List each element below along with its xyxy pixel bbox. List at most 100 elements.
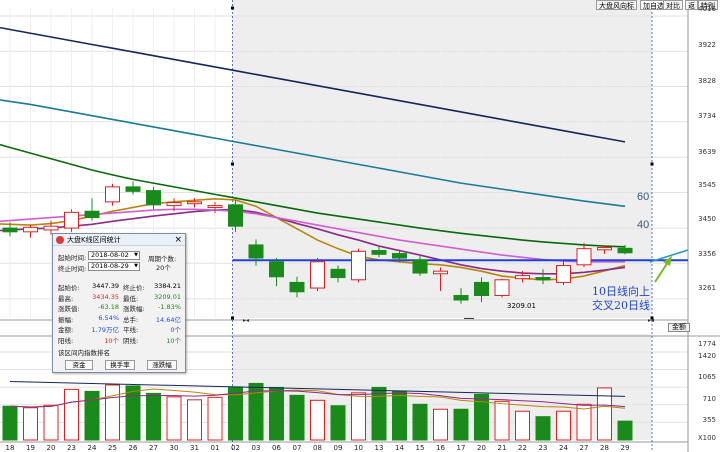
volume-bar <box>412 403 428 441</box>
stat-label: 涨跌幅: <box>123 305 145 313</box>
volume-bar <box>453 408 469 441</box>
candle-body <box>125 186 141 192</box>
candle-body <box>2 227 18 233</box>
vol-y-tick: 355 <box>702 416 716 424</box>
x-tick: 07 <box>292 444 302 452</box>
y-tick: 3922 <box>698 41 716 49</box>
volume-bar <box>371 386 387 441</box>
candle-body <box>392 253 407 259</box>
stat-label: 最高: <box>58 294 74 303</box>
y-tick: 3450 <box>698 215 716 223</box>
end-date-value: 2018-08-29 <box>91 262 129 270</box>
x-tick: 25 <box>108 444 117 452</box>
scroll-marker-icon: ▸◂ <box>648 317 654 324</box>
candle-body <box>64 211 79 229</box>
candle-body <box>330 268 346 279</box>
kline-stage: ▸◂ ▸◂ 大盘风向标 加自选 对比 返 特别 4016 3922 3828 37… <box>0 0 720 452</box>
candle-body <box>412 259 428 274</box>
stat-value: 14.64亿 <box>155 315 181 324</box>
candle-body <box>556 265 571 283</box>
candle-body <box>310 261 325 289</box>
volume-bar <box>556 410 571 441</box>
candle-body <box>515 275 530 280</box>
kline-chart[interactable]: ▸◂ ▸◂ <box>0 0 720 452</box>
stat-value: -63.18 <box>98 303 119 311</box>
candle-body <box>269 261 284 278</box>
end-date-select[interactable]: 2018-08-29 ▼ <box>88 262 140 271</box>
y-tick: 3734 <box>698 112 716 120</box>
x-tick: 03 <box>251 444 261 452</box>
candle-body <box>289 281 305 293</box>
x-tick: 16 <box>436 444 445 452</box>
compare-button[interactable]: 对比 <box>663 0 683 10</box>
low-price-label: 3209.01 <box>507 302 536 310</box>
vol-unit-tag: X100 <box>697 434 716 442</box>
stat-label: 金额: <box>58 326 74 334</box>
turnover-button[interactable]: 换手率 <box>105 360 135 370</box>
x-tick: 27 <box>149 444 158 452</box>
scroll-marker-icon: ▸◂ <box>243 317 249 324</box>
candle-body <box>433 270 448 275</box>
amount-tab[interactable]: 金额 <box>668 323 690 332</box>
stat-label: 阳线: <box>58 336 74 345</box>
funds-button[interactable]: 资金 <box>65 360 93 370</box>
vol-y-tick: 1774 <box>698 340 716 348</box>
start-time-label: 起始时间: <box>58 254 87 262</box>
candle-body <box>166 202 182 207</box>
candle-body <box>146 190 161 206</box>
x-tick: 23 <box>538 444 548 452</box>
stat-label: 平线: <box>123 326 139 334</box>
x-tick: 22 <box>518 444 527 452</box>
volume-bar <box>207 396 223 441</box>
stat-label: 最低: <box>123 294 139 303</box>
vol-y-tick: 1420 <box>698 352 716 360</box>
annotation-line2: 交叉20日线 <box>592 299 650 312</box>
ma60-label: 60 <box>637 191 650 203</box>
ma40-label: 40 <box>637 219 650 231</box>
x-tick: 10 <box>354 444 363 452</box>
x-tick: 29 <box>620 444 630 452</box>
y-tick: 3828 <box>698 77 716 85</box>
stat-label: 起始价: <box>58 284 80 292</box>
volume-bar <box>166 396 182 441</box>
close-icon[interactable]: × <box>174 234 182 246</box>
volume-bar <box>64 388 79 441</box>
volume-bar <box>576 403 592 441</box>
volume-bar <box>187 399 202 441</box>
y-tick: 3356 <box>698 250 716 258</box>
dialog-title: 大盘K线区间统计 <box>67 236 121 244</box>
x-tick: 18 <box>5 444 15 452</box>
candle-body <box>597 247 612 251</box>
x-tick: 24 <box>559 444 568 452</box>
x-tick: 30 <box>169 444 179 452</box>
vol-y-tick: 710 <box>702 395 716 403</box>
candle-body <box>207 205 223 208</box>
stat-value: 10个 <box>104 336 119 345</box>
volume-bar <box>146 392 161 441</box>
period-count-value: 20个 <box>156 264 171 272</box>
y-tick: 3545 <box>698 181 716 189</box>
candle-body <box>351 250 366 281</box>
stat-value: -1.83% <box>158 303 181 311</box>
stat-value: 1.79万亿 <box>91 326 119 334</box>
volume-bar <box>43 404 59 441</box>
change-pct-button[interactable]: 涨跌幅 <box>147 360 177 370</box>
volume-bar <box>535 416 551 441</box>
dialog-titlebar[interactable]: 大盘K线区间统计 × <box>53 234 185 246</box>
x-tick: 02 <box>231 444 240 452</box>
candle-body <box>535 277 551 281</box>
x-tick: 13 <box>374 444 384 452</box>
candle-body <box>453 295 469 301</box>
x-tick: 27 <box>579 444 589 452</box>
candle-body <box>617 247 633 254</box>
volume-bar <box>269 386 284 441</box>
stat-label: 阴线: <box>123 336 139 345</box>
x-tick: 19 <box>26 444 35 452</box>
volume-bar <box>351 392 366 441</box>
selection-handle <box>231 162 234 166</box>
stat-value: 6.54% <box>98 313 119 322</box>
x-tick: 24 <box>87 444 97 452</box>
market-vane-button[interactable]: 大盘风向标 <box>596 0 637 10</box>
x-tick: 15 <box>415 444 425 452</box>
start-date-select[interactable]: 2018-08-02 ▼ <box>88 251 140 260</box>
